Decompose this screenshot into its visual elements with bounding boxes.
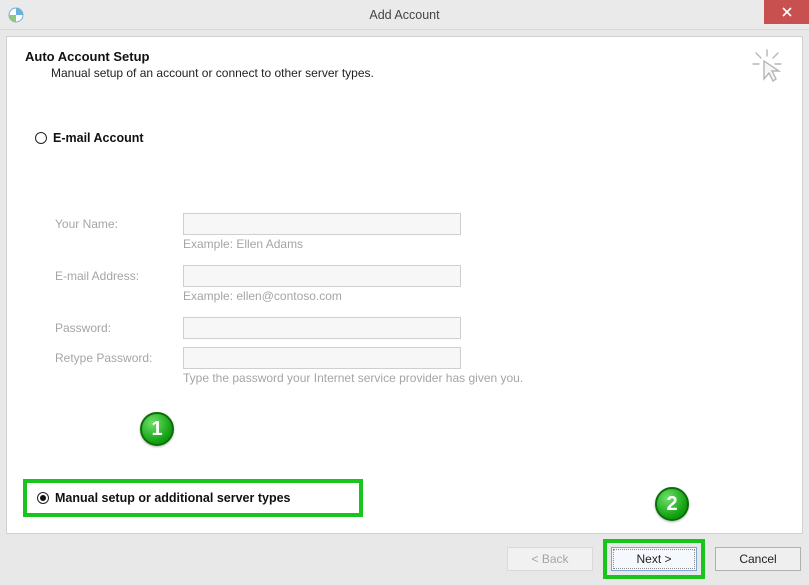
cancel-button[interactable]: Cancel (715, 547, 801, 571)
password-label: Password: (55, 321, 183, 335)
password-hint: Type the password your Internet service … (183, 371, 695, 385)
password-input (183, 317, 461, 339)
retype-label: Retype Password: (55, 351, 183, 365)
back-button: < Back (507, 547, 593, 571)
email-input (183, 265, 461, 287)
radio-icon (37, 492, 49, 504)
radio-dot-icon (40, 495, 46, 501)
next-button[interactable]: Next > (611, 547, 697, 571)
close-icon (782, 7, 792, 17)
name-hint: Example: Ellen Adams (183, 237, 695, 251)
name-label: Your Name: (55, 217, 183, 231)
page-subheading: Manual setup of an account or connect to… (51, 66, 752, 80)
annotation-badge-2: 2 (655, 487, 689, 521)
radio-manual-setup[interactable]: Manual setup or additional server types (37, 491, 349, 505)
email-hint: Example: ellen@contoso.com (183, 289, 695, 303)
annotation-badge-1: 1 (140, 412, 174, 446)
window-title: Add Account (0, 8, 809, 22)
cursor-icon (752, 49, 782, 83)
badge-2-text: 2 (666, 493, 677, 516)
radio-email-label: E-mail Account (53, 131, 144, 145)
highlight-next-button: Next > (603, 539, 705, 579)
form-area: Your Name: Example: Ellen Adams E-mail A… (55, 213, 695, 391)
wizard-buttons: < Back Next > Cancel (507, 539, 801, 579)
highlight-manual-setup: Manual setup or additional server types (23, 479, 363, 517)
dialog-content: Auto Account Setup Manual setup of an ac… (6, 36, 803, 534)
name-input (183, 213, 461, 235)
page-heading: Auto Account Setup (25, 49, 752, 64)
retype-input (183, 347, 461, 369)
email-label: E-mail Address: (55, 269, 183, 283)
title-bar: Add Account (0, 0, 809, 30)
radio-email-account[interactable]: E-mail Account (35, 131, 144, 145)
app-icon (8, 7, 24, 23)
badge-1-text: 1 (151, 418, 162, 441)
radio-icon (35, 132, 47, 144)
radio-manual-label: Manual setup or additional server types (55, 491, 290, 505)
close-button[interactable] (764, 0, 809, 24)
